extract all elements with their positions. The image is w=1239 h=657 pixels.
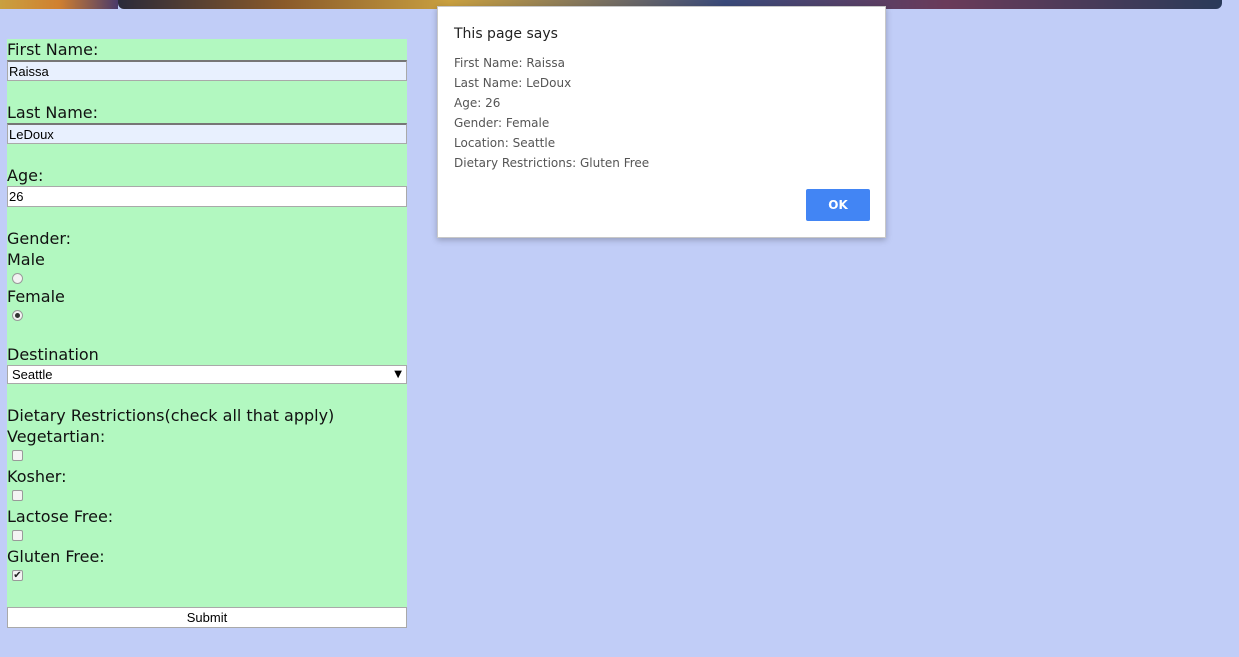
dialog-title: This page says	[454, 26, 558, 42]
gender-female-label: Female	[7, 287, 65, 306]
diet-lactose-free-label: Lactose Free:	[7, 507, 114, 526]
dietary-restrictions-label: Dietary Restrictions(check all that appl…	[7, 406, 335, 425]
age-label: Age:	[7, 166, 44, 185]
dropdown-arrow-icon: ▼	[394, 369, 402, 380]
diet-kosher-checkbox[interactable]	[12, 490, 23, 501]
diet-gluten-free-checkbox[interactable]: ✔	[12, 570, 23, 581]
destination-select[interactable]: Seattle ▼	[7, 365, 407, 384]
destination-label: Destination	[7, 345, 99, 364]
ok-button[interactable]: OK	[806, 189, 870, 221]
gender-male-label: Male	[7, 250, 45, 269]
gender-female-radio[interactable]	[12, 310, 23, 321]
diet-gluten-free-label: Gluten Free:	[7, 547, 105, 566]
dialog-line-dietary: Dietary Restrictions: Gluten Free	[454, 156, 650, 170]
dialog-line-first-name: First Name: Raissa	[454, 56, 565, 70]
gender-label: Gender:	[7, 229, 72, 248]
top-banner-image-left	[0, 0, 118, 9]
dialog-line-gender: Gender: Female	[454, 116, 550, 130]
destination-selected-value: Seattle	[12, 367, 53, 382]
diet-vegetarian-checkbox[interactable]	[12, 450, 23, 461]
dialog-line-age: Age: 26	[454, 96, 501, 110]
gender-male-radio[interactable]	[12, 273, 23, 284]
checkmark-icon: ✔	[13, 570, 22, 581]
last-name-input[interactable]: LeDoux	[7, 123, 407, 144]
last-name-label: Last Name:	[7, 103, 99, 122]
first-name-label: First Name:	[7, 40, 99, 59]
registration-form: First Name: Raissa Last Name: LeDoux Age…	[7, 39, 407, 628]
first-name-input[interactable]: Raissa	[7, 60, 407, 81]
submit-button[interactable]: Submit	[7, 607, 407, 628]
diet-kosher-label: Kosher:	[7, 467, 67, 486]
dialog-line-location: Location: Seattle	[454, 136, 556, 150]
diet-lactose-free-checkbox[interactable]	[12, 530, 23, 541]
diet-vegetarian-label: Vegetartian:	[7, 427, 106, 446]
dialog-line-last-name: Last Name: LeDoux	[454, 76, 572, 90]
alert-dialog: This page says First Name: Raissa Last N…	[437, 6, 886, 238]
age-input[interactable]: 26	[7, 186, 407, 207]
